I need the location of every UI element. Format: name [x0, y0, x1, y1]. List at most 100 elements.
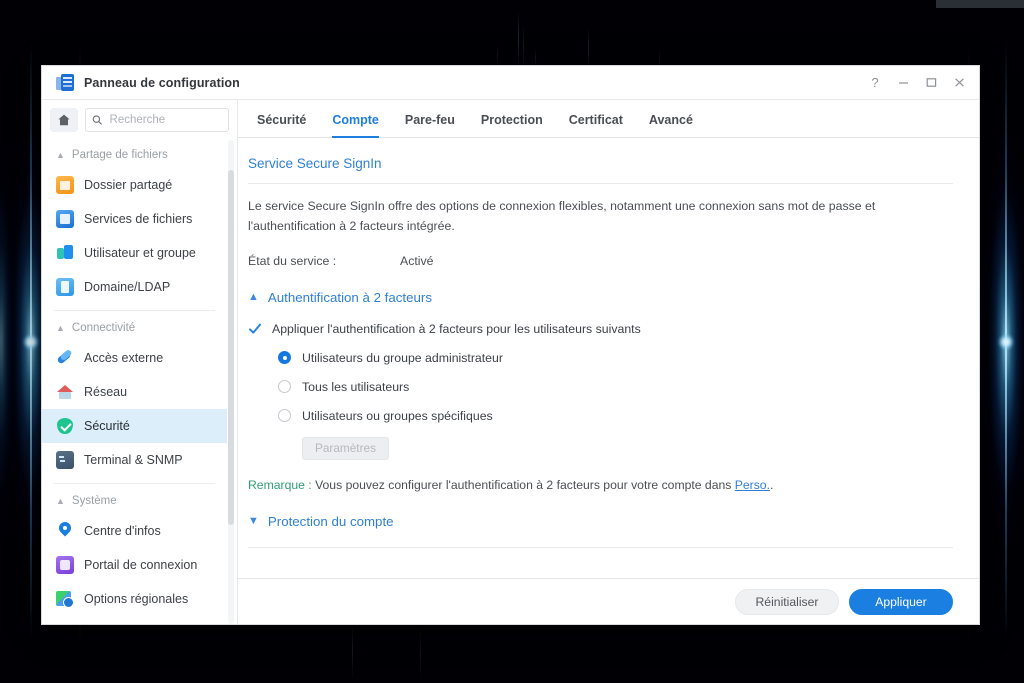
service-state-label: État du service : — [248, 253, 337, 268]
sidebar-top-bar — [42, 100, 237, 140]
maximize-icon[interactable] — [917, 70, 945, 96]
sidebar-item-label: Portail de connexion — [84, 558, 198, 572]
domain-ldap-icon — [56, 278, 74, 296]
search-icon — [92, 115, 103, 125]
tab-compte[interactable]: Compte — [319, 113, 392, 138]
micro-line-decoration — [352, 620, 353, 682]
sidebar-divider — [54, 310, 215, 311]
apply-button[interactable]: Appliquer — [849, 588, 953, 615]
micro-line-decoration — [420, 628, 421, 682]
radio-label: Utilisateurs ou groupes spécifiques — [302, 408, 493, 423]
section-title-secure-signin: Service Secure SignIn — [248, 156, 382, 171]
window-title: Panneau de configuration — [84, 75, 240, 90]
search-input[interactable] — [107, 113, 222, 127]
sidebar-item-label: Utilisateur et groupe — [84, 246, 196, 260]
sidebar-group-file-sharing: ▲ Partage de fichiers Dossier partagé Se… — [42, 140, 227, 304]
sidebar-item-shared-folder[interactable]: Dossier partagé — [42, 168, 227, 202]
info-center-icon — [56, 522, 74, 540]
search-input-wrapper[interactable] — [85, 108, 229, 132]
control-panel-window: Panneau de configuration ? Recherche ▲ P… — [41, 65, 980, 625]
external-access-icon — [56, 349, 74, 367]
terminal-snmp-icon — [56, 451, 74, 469]
chevron-up-icon: ▲ — [56, 149, 65, 160]
accordion-title: Authentification à 2 facteurs — [267, 289, 432, 305]
sidebar-item-label: Domaine/LDAP — [84, 280, 171, 294]
sidebar-group-label: Connectivité — [71, 322, 136, 334]
radio-unselected-icon[interactable] — [278, 380, 291, 394]
tab-avance[interactable]: Avancé — [636, 113, 706, 137]
network-icon — [56, 383, 74, 401]
service-state-row: État du service : Activé — [248, 237, 953, 268]
help-icon[interactable]: ? — [861, 70, 889, 96]
perso-link[interactable]: Perso. — [735, 478, 770, 492]
sidebar-group-system: ▲ Système Centre d'infos Portail de conn… — [42, 486, 227, 616]
sidebar: ▲ Partage de fichiers Dossier partagé Se… — [42, 100, 238, 624]
sidebar-item-file-services[interactable]: Services de fichiers — [42, 202, 227, 236]
service-state-value: Activé — [400, 253, 434, 268]
reset-button[interactable]: Réinitialiser — [735, 588, 839, 615]
close-icon[interactable] — [945, 70, 973, 96]
secure-signin-description: Le service Secure SignIn offre des optio… — [248, 199, 876, 233]
settings-button[interactable]: Paramètres — [302, 436, 389, 460]
sidebar-item-terminal-snmp[interactable]: Terminal & SNMP — [42, 443, 227, 477]
sidebar-item-login-portal[interactable]: Portail de connexion — [42, 548, 227, 582]
sidebar-item-info-center[interactable]: Centre d'infos — [42, 514, 227, 548]
regional-options-icon — [56, 590, 74, 608]
tab-pare-feu[interactable]: Pare-feu — [392, 113, 468, 137]
sidebar-item-label: Options régionales — [84, 592, 189, 606]
accordion-title: Protection du compte — [267, 513, 394, 529]
accordion-two-factor-auth[interactable]: ▲ Authentification à 2 facteurs — [248, 268, 953, 305]
home-icon[interactable] — [50, 108, 78, 132]
sidebar-item-regional-options[interactable]: Options régionales — [42, 582, 227, 616]
sidebar-group-connectivity: ▲ Connectivité Accès externe Réseau Sécu… — [42, 313, 227, 477]
content-area: Sécurité Compte Pare-feu Protection Cert… — [238, 100, 979, 624]
sidebar-scroll-area: ▲ Partage de fichiers Dossier partagé Se… — [42, 140, 237, 624]
sidebar-group-label: Partage de fichiers — [71, 149, 168, 161]
file-services-icon — [56, 210, 74, 228]
radio-label: Tous les utilisateurs — [302, 379, 410, 394]
window-titlebar[interactable]: Panneau de configuration ? — [42, 66, 979, 100]
radio-option-all-users[interactable]: Tous les utilisateurs — [248, 380, 953, 394]
tab-securite[interactable]: Sécurité — [244, 113, 319, 137]
sidebar-item-label: Dossier partagé — [84, 178, 173, 192]
note-text: Vous pouvez configurer l'authentificatio… — [311, 477, 735, 492]
footer-bar: Réinitialiser Appliquer — [238, 578, 979, 624]
desktop-background: Panneau de configuration ? Recherche ▲ P… — [0, 0, 1024, 683]
shared-folder-icon — [56, 176, 74, 194]
control-panel-icon — [56, 73, 74, 92]
enforce-2fa-checkbox-row[interactable]: Appliquer l'authentification à 2 facteur… — [248, 305, 953, 336]
radio-selected-icon[interactable] — [278, 351, 291, 365]
tab-certificat[interactable]: Certificat — [556, 113, 636, 137]
sidebar-item-user-group[interactable]: Utilisateur et groupe — [42, 236, 227, 270]
window-body: ▲ Partage de fichiers Dossier partagé Se… — [42, 100, 979, 624]
light-streak-decoration — [984, 0, 1024, 683]
radio-unselected-icon[interactable] — [278, 409, 291, 423]
sidebar-group-label: Système — [71, 495, 117, 507]
sidebar-item-security[interactable]: Sécurité — [42, 409, 227, 443]
sidebar-scrollbar-thumb[interactable] — [228, 170, 234, 525]
sidebar-item-label: Réseau — [84, 385, 128, 399]
panel-divider — [248, 546, 953, 548]
checkbox-checked-icon[interactable] — [248, 322, 262, 336]
chevron-up-icon: ▲ — [56, 322, 65, 333]
radio-option-specific-users[interactable]: Utilisateurs ou groupes spécifiques — [248, 409, 953, 423]
sidebar-item-external-access[interactable]: Accès externe — [42, 341, 227, 375]
sidebar-group-header[interactable]: ▲ Système — [42, 488, 227, 514]
note-tail: . — [769, 477, 774, 492]
enforce-2fa-label: Appliquer l'authentification à 2 facteur… — [272, 321, 641, 336]
tab-bar: Sécurité Compte Pare-feu Protection Cert… — [238, 100, 979, 138]
light-streak-decoration — [0, 0, 16, 683]
sidebar-item-label: Sécurité — [84, 419, 130, 433]
sidebar-item-network[interactable]: Réseau — [42, 375, 227, 409]
two-factor-note: Remarque : Vous pouvez configurer l'auth… — [248, 460, 953, 492]
sidebar-item-label: Services de fichiers — [84, 212, 193, 226]
sidebar-item-label: Accès externe — [84, 351, 164, 365]
tab-protection[interactable]: Protection — [468, 113, 556, 137]
radio-option-admin-group[interactable]: Utilisateurs du groupe administrateur — [248, 351, 953, 365]
sidebar-item-domain-ldap[interactable]: Domaine/LDAP — [42, 270, 227, 304]
sidebar-group-header[interactable]: ▲ Connectivité — [42, 315, 227, 341]
sidebar-divider — [54, 483, 215, 484]
accordion-account-protection[interactable]: ▼ Protection du compte — [248, 492, 953, 529]
minimize-icon[interactable] — [889, 70, 917, 96]
sidebar-group-header[interactable]: ▲ Partage de fichiers — [42, 142, 227, 168]
